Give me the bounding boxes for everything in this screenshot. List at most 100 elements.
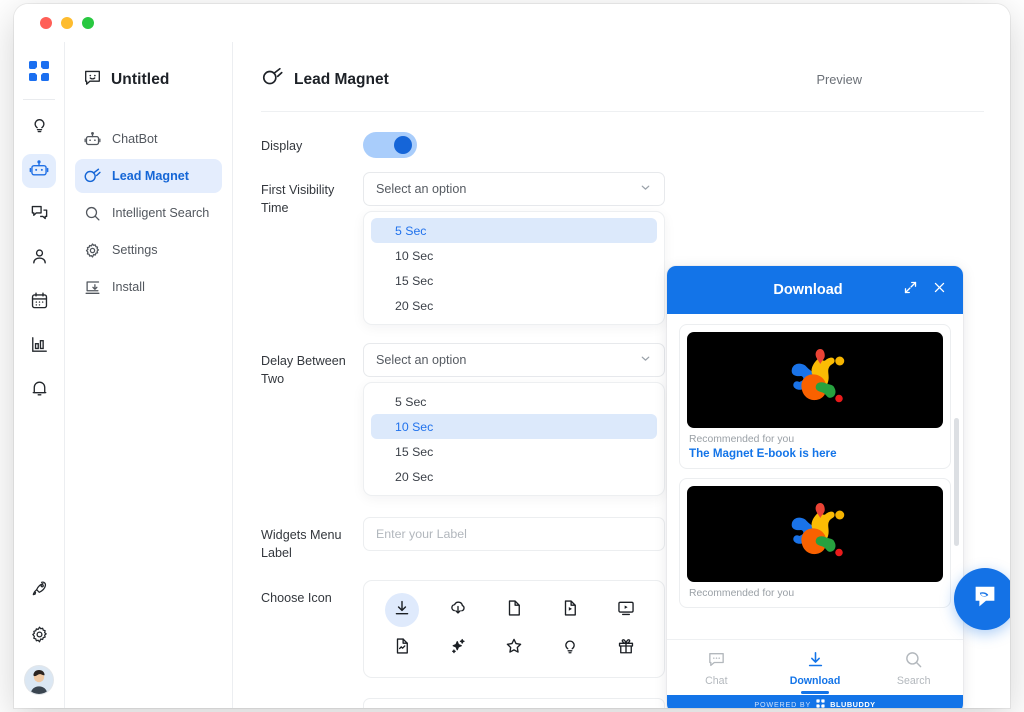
delay-between-two-select[interactable]: Select an option — [363, 343, 665, 377]
icon-option-file[interactable] — [497, 593, 531, 627]
icon-option-download-arrow[interactable] — [385, 593, 419, 627]
project-header[interactable]: Untitled — [75, 42, 222, 92]
card-thumbnail — [687, 332, 943, 428]
widget-tab-label: Search — [896, 675, 931, 687]
sidebar-item-lead-magnet[interactable]: Lead Magnet — [75, 159, 222, 193]
option-item[interactable]: 20 Sec — [371, 293, 657, 318]
widget-tab-label: Chat — [705, 675, 728, 687]
icon-option-file-chart[interactable] — [385, 631, 419, 665]
rail-bottom — [14, 574, 64, 694]
file-chart-icon — [393, 637, 411, 660]
option-item[interactable]: 15 Sec — [371, 268, 657, 293]
field-control — [363, 698, 665, 708]
field-control: Select an option 5 Sec 10 Sec 15 Sec 20 … — [363, 343, 665, 496]
icon-option-star[interactable] — [497, 631, 531, 665]
magnet-icon — [261, 66, 283, 93]
rail-item-insights[interactable] — [22, 110, 56, 144]
display-toggle[interactable] — [363, 132, 417, 158]
app-window: Untitled ChatBot Lead Magnet Intelligent… — [14, 4, 1010, 708]
field-control — [363, 580, 665, 678]
grid-logo-icon[interactable] — [28, 60, 50, 87]
rail-item-calendar[interactable] — [22, 286, 56, 320]
rail-item-settings[interactable] — [22, 620, 56, 654]
card-subtitle: Recommended for you — [689, 588, 795, 599]
chat-bubble-icon — [707, 650, 726, 672]
widget-tab-download[interactable]: Download — [766, 648, 865, 694]
powered-by-label: POWERED BY — [754, 699, 812, 709]
icon-option-gift[interactable] — [609, 631, 643, 665]
grid-logo-icon — [816, 695, 825, 708]
avatar[interactable] — [25, 666, 53, 694]
widget-header: Download — [667, 266, 963, 314]
maximize-window-button[interactable] — [82, 17, 94, 29]
option-item[interactable]: 10 Sec — [371, 243, 657, 268]
rail-item-analytics[interactable] — [22, 330, 56, 364]
widget-actions — [903, 280, 963, 300]
field-choose-lead: Choose Lead — [261, 698, 665, 708]
field-widgets-menu-label: Widgets Menu Label Enter your Label — [261, 517, 665, 562]
icon-option-monitor-play[interactable] — [609, 593, 643, 627]
close-window-button[interactable] — [40, 17, 52, 29]
field-label: Choose Icon — [261, 591, 332, 605]
widgets-menu-label-input[interactable]: Enter your Label — [363, 517, 665, 551]
option-item[interactable]: 15 Sec — [371, 439, 657, 464]
icon-option-sparkles[interactable] — [441, 631, 475, 665]
chat-bubble-icon — [970, 582, 1000, 617]
delay-between-two-options: 5 Sec 10 Sec 15 Sec 20 Sec — [363, 382, 665, 496]
bell-icon — [30, 379, 49, 403]
project-name: Untitled — [111, 71, 170, 88]
option-item[interactable]: 5 Sec — [371, 389, 657, 414]
field-delay-between-two: Delay Between Two Select an option 5 Sec — [261, 343, 665, 496]
widget-body[interactable]: Recommended for you The Magnet E-book is… — [667, 314, 963, 639]
widget-tab-search[interactable]: Search — [864, 648, 963, 687]
settings-form: Display First Visibility Time Select an … — [261, 112, 665, 708]
rail-item-bots[interactable] — [22, 154, 56, 188]
list-item[interactable]: Recommended for you — [679, 478, 951, 608]
widget-title: Download — [773, 282, 843, 298]
field-display: Display — [261, 128, 665, 158]
minimize-window-button[interactable] — [61, 17, 73, 29]
widget-footer: POWERED BY BLUBUDDY — [667, 695, 963, 708]
icon-picker — [363, 580, 665, 678]
option-item[interactable]: 20 Sec — [371, 464, 657, 489]
icon-option-cloud-download[interactable] — [441, 593, 475, 627]
field-label: First Visibility Time — [261, 183, 335, 215]
download-arrow-icon — [393, 599, 411, 622]
rail-item-contacts[interactable] — [22, 242, 56, 276]
rail-item-conversations[interactable] — [22, 198, 56, 232]
widget-tab-chat[interactable]: Chat — [667, 648, 766, 687]
option-item[interactable]: 5 Sec — [371, 218, 657, 243]
main-header: Lead Magnet Preview — [233, 42, 1010, 93]
field-control: Select an option 5 Sec 10 Sec 15 Sec 20 … — [363, 172, 665, 325]
choose-lead-control[interactable] — [363, 698, 665, 708]
main-panel: Lead Magnet Preview Display First Visibi… — [233, 42, 1010, 708]
file-video-icon — [561, 599, 579, 622]
icon-option-bulb[interactable] — [553, 631, 587, 665]
rail-item-notifications[interactable] — [22, 374, 56, 408]
list-item[interactable]: Recommended for you The Magnet E-book is… — [679, 324, 951, 469]
expand-icon[interactable] — [903, 280, 918, 300]
chat-fab-button[interactable] — [954, 568, 1010, 630]
page-title: Lead Magnet — [261, 66, 389, 93]
sidebar-item-chatbot[interactable]: ChatBot — [75, 122, 222, 156]
widget-scrollbar[interactable] — [954, 418, 959, 546]
first-visibility-select[interactable]: Select an option — [363, 172, 665, 206]
sidebar-item-intelligent-search[interactable]: Intelligent Search — [75, 196, 222, 230]
sidebar-item-label: Settings — [112, 243, 158, 257]
traffic-lights — [40, 17, 94, 29]
sparkles-icon — [449, 637, 467, 660]
select-value: Select an option — [376, 182, 467, 196]
close-icon[interactable] — [932, 280, 947, 300]
icon-rail — [14, 42, 65, 708]
smiley-chat-icon — [83, 68, 102, 92]
bar-chart-icon — [30, 335, 49, 359]
rail-item-launch[interactable] — [22, 574, 56, 608]
option-item[interactable]: 10 Sec — [371, 414, 657, 439]
preview-label[interactable]: Preview — [816, 72, 984, 87]
card-title[interactable]: The Magnet E-book is here — [687, 447, 943, 462]
sidebar-item-label: Lead Magnet — [112, 169, 189, 183]
card-thumbnail — [687, 486, 943, 582]
sidebar-item-install[interactable]: Install — [75, 270, 222, 304]
icon-option-file-video[interactable] — [553, 593, 587, 627]
sidebar-item-settings[interactable]: Settings — [75, 233, 222, 267]
